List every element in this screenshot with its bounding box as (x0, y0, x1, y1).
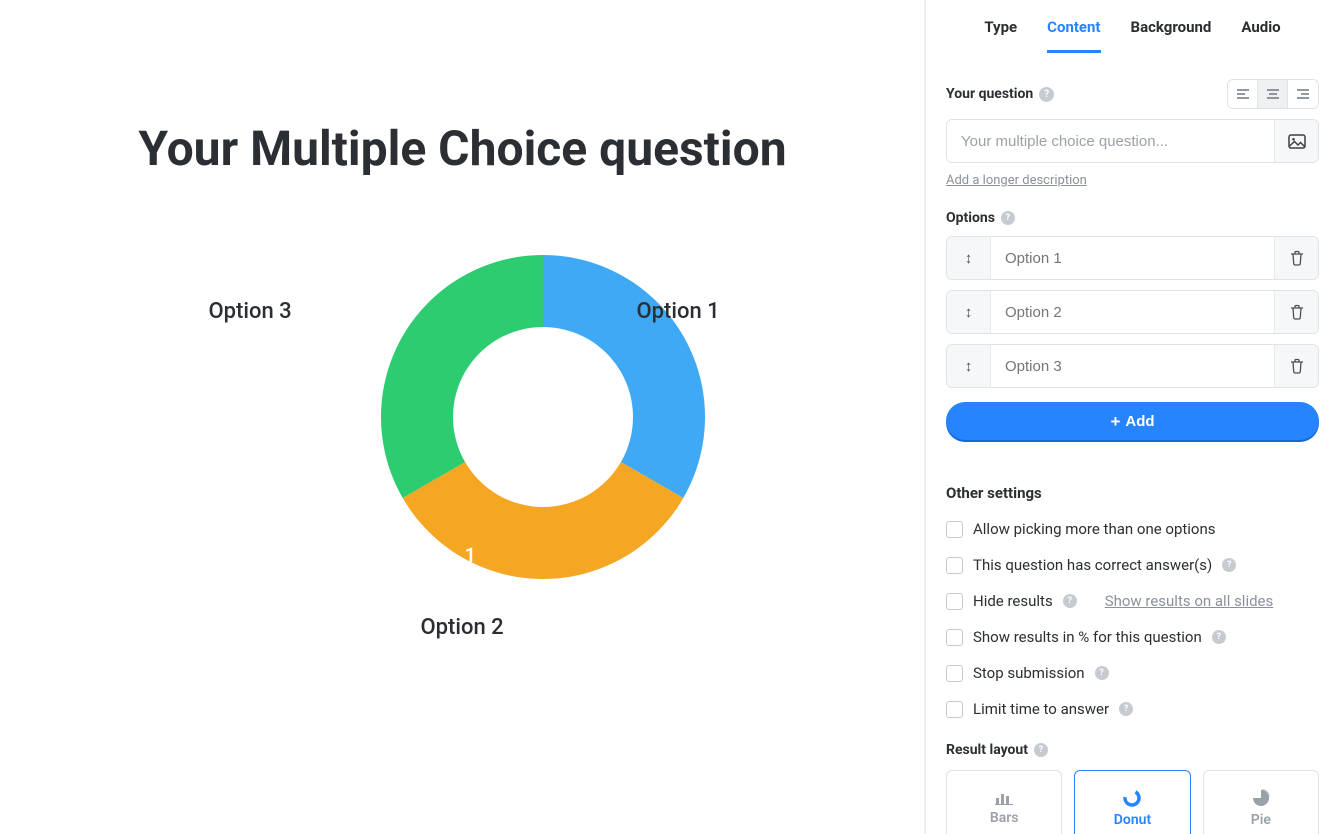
option-row: ↕ (946, 290, 1319, 334)
chart-label-option-1: Option 1 (637, 299, 720, 324)
setting-allow-multi: Allow picking more than one options (946, 520, 1319, 538)
option-row: ↕ (946, 344, 1319, 388)
setting-hide-results: Hide results ? Show results on all slide… (946, 592, 1319, 610)
pie-icon (1252, 789, 1270, 807)
donut-chart: 1 1 1 Option 1 Option 2 Option 3 (183, 217, 743, 687)
drag-icon: ↕ (965, 303, 973, 321)
align-right-button[interactable] (1288, 80, 1318, 108)
drag-icon: ↕ (965, 357, 973, 375)
question-input[interactable] (947, 120, 1274, 162)
question-label-row: Your question ? (946, 79, 1319, 109)
image-icon (1288, 134, 1306, 149)
result-layout-label: Result layout (946, 742, 1028, 758)
setting-has-correct: This question has correct answer(s) ? (946, 556, 1319, 574)
tabs: Type Content Background Audio (946, 0, 1319, 53)
checkbox-stop-submission[interactable] (946, 665, 963, 682)
delete-option-button[interactable] (1274, 237, 1318, 279)
delete-option-button[interactable] (1274, 291, 1318, 333)
checkbox-has-correct[interactable] (946, 557, 963, 574)
slice-value-3: 1 (347, 339, 358, 363)
question-input-row (946, 119, 1319, 163)
delete-option-button[interactable] (1274, 345, 1318, 387)
tab-content[interactable]: Content (1047, 18, 1100, 53)
layout-label: Bars (990, 810, 1019, 826)
slice-value-2: 1 (465, 543, 476, 567)
other-settings-header: Other settings (946, 484, 1319, 502)
setting-stop-submission: Stop submission ? (946, 664, 1319, 682)
align-center-button[interactable] (1258, 80, 1288, 108)
help-icon[interactable]: ? (1095, 666, 1109, 680)
show-results-all-link[interactable]: Show results on all slides (1105, 592, 1274, 610)
help-icon[interactable]: ? (1222, 558, 1236, 572)
setting-label: Show results in % for this question (973, 628, 1202, 646)
align-group (1227, 79, 1319, 109)
tab-background[interactable]: Background (1131, 18, 1212, 53)
slice-value-1: 1 (581, 339, 592, 363)
drag-handle[interactable]: ↕ (947, 345, 991, 387)
setting-limit-time: Limit time to answer ? (946, 700, 1319, 718)
align-left-icon (1236, 88, 1250, 100)
option-input-3[interactable] (991, 345, 1274, 387)
image-button[interactable] (1274, 120, 1318, 162)
checkbox-allow-multi[interactable] (946, 521, 963, 538)
setting-label: This question has correct answer(s) (973, 556, 1212, 574)
layout-pie[interactable]: Pie (1203, 770, 1319, 834)
setting-label: Allow picking more than one options (973, 520, 1216, 538)
add-option-button[interactable]: + Add (946, 402, 1319, 440)
option-row: ↕ (946, 236, 1319, 280)
bars-icon (995, 791, 1013, 805)
preview-title: Your Multiple Choice question (138, 120, 786, 177)
result-layout-label-row: Result layout ? (946, 742, 1319, 758)
question-label: Your question (946, 86, 1033, 102)
checkbox-limit-time[interactable] (946, 701, 963, 718)
chart-label-option-3: Option 3 (209, 299, 292, 324)
trash-icon (1290, 304, 1304, 320)
drag-icon: ↕ (965, 249, 973, 267)
trash-icon (1290, 358, 1304, 374)
options-label: Options (946, 210, 995, 226)
preview-pane: Your Multiple Choice question 1 1 1 Opti… (0, 0, 925, 834)
help-icon[interactable]: ? (1039, 87, 1054, 102)
align-center-icon (1266, 88, 1280, 100)
layout-donut[interactable]: Donut (1074, 770, 1190, 834)
help-icon[interactable]: ? (1119, 702, 1133, 716)
tab-type[interactable]: Type (984, 18, 1017, 53)
plus-icon: + (1110, 413, 1120, 430)
donut-svg (363, 237, 723, 597)
tab-audio[interactable]: Audio (1241, 18, 1280, 53)
align-right-icon (1296, 88, 1310, 100)
add-longer-description-link[interactable]: Add a longer description (946, 173, 1087, 188)
checkbox-hide-results[interactable] (946, 593, 963, 610)
chart-label-option-2: Option 2 (421, 615, 504, 640)
setting-label: Limit time to answer (973, 700, 1109, 718)
setting-label: Hide results (973, 592, 1053, 610)
help-icon[interactable]: ? (1212, 630, 1226, 644)
donut-icon (1123, 789, 1141, 807)
layout-bars[interactable]: Bars (946, 770, 1062, 834)
layout-label: Donut (1114, 812, 1151, 828)
setting-label: Stop submission (973, 664, 1085, 682)
layout-label: Pie (1251, 812, 1271, 828)
options-label-row: Options ? (946, 210, 1319, 226)
trash-icon (1290, 250, 1304, 266)
align-left-button[interactable] (1228, 80, 1258, 108)
option-input-2[interactable] (991, 291, 1274, 333)
help-icon[interactable]: ? (1034, 743, 1048, 757)
help-icon[interactable]: ? (1001, 211, 1015, 225)
side-panel: Type Content Background Audio Your quest… (925, 0, 1339, 834)
drag-handle[interactable]: ↕ (947, 237, 991, 279)
checkbox-percent[interactable] (946, 629, 963, 646)
setting-percent: Show results in % for this question ? (946, 628, 1319, 646)
result-layout-row: Bars Donut Pie (946, 770, 1319, 834)
help-icon[interactable]: ? (1063, 594, 1077, 608)
option-input-1[interactable] (991, 237, 1274, 279)
drag-handle[interactable]: ↕ (947, 291, 991, 333)
add-label: Add (1125, 413, 1154, 430)
